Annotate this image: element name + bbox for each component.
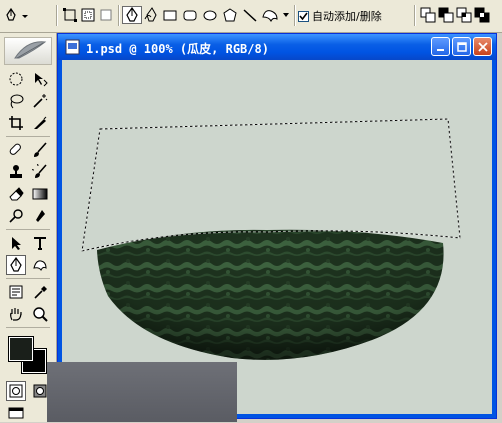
options-bar: 自动添加/删除 [0, 0, 502, 33]
quick-mask-off-icon[interactable] [6, 381, 26, 401]
close-button[interactable] [473, 37, 492, 56]
notes-tool-icon[interactable] [6, 282, 26, 302]
auto-add-delete-label: 自动添加/删除 [312, 10, 382, 23]
lasso-tool-icon[interactable] [6, 91, 26, 111]
custom-shape-tool-icon[interactable] [30, 255, 50, 275]
healing-brush-tool-icon[interactable] [6, 140, 26, 160]
minimize-button[interactable] [431, 37, 450, 56]
pen-tool-icon[interactable] [6, 255, 26, 275]
screen-mode-icon[interactable] [6, 403, 26, 423]
crop-tool-icon[interactable] [6, 113, 26, 133]
pen-icon[interactable] [122, 6, 142, 24]
path-selection-tool-icon[interactable] [6, 233, 26, 253]
hand-tool-icon[interactable] [6, 304, 26, 324]
pen-tool-menu-icon[interactable] [4, 6, 30, 24]
checkbox-check-icon[interactable] [298, 10, 309, 22]
dropdown-arrow-icon[interactable] [281, 6, 291, 24]
freeform-pen-icon[interactable] [144, 6, 160, 24]
rounded-rectangle-icon[interactable] [182, 6, 198, 24]
eraser-tool-icon[interactable] [6, 184, 26, 204]
ellipse-icon[interactable] [202, 6, 218, 24]
brush-tool-icon[interactable] [30, 140, 50, 160]
exclude-icon[interactable] [474, 6, 490, 24]
marquee-tool-icon[interactable] [6, 69, 26, 89]
intersect-icon[interactable] [456, 6, 472, 24]
gradient-tool-icon[interactable] [30, 184, 50, 204]
rectangle-icon[interactable] [162, 6, 178, 24]
subtract-icon[interactable] [438, 6, 454, 24]
document-title: 1.psd @ 100% (瓜皮, RGB/8) [86, 42, 269, 56]
fill-pixels-icon[interactable] [98, 6, 114, 24]
slice-tool-icon[interactable] [30, 113, 50, 133]
custom-shape-icon[interactable] [261, 6, 279, 24]
feather-logo-icon[interactable] [4, 37, 52, 65]
watermark-overlay [47, 362, 237, 422]
auto-add-delete-checkbox[interactable]: 自动添加/删除 [298, 8, 382, 24]
canvas[interactable] [62, 60, 492, 414]
psd-file-icon [65, 39, 81, 58]
type-tool-icon[interactable] [30, 233, 50, 253]
history-brush-tool-icon[interactable] [30, 162, 50, 182]
foreground-color-swatch[interactable] [8, 336, 34, 362]
move-tool-icon[interactable] [30, 69, 50, 89]
polygon-icon[interactable] [222, 6, 238, 24]
shape-layers-icon[interactable] [62, 6, 78, 24]
sharpen-tool-icon[interactable] [30, 206, 50, 226]
document-titlebar[interactable]: 1.psd @ 100% (瓜皮, RGB/8) [58, 34, 496, 60]
eyedropper-tool-icon[interactable] [30, 282, 50, 302]
dodge-tool-icon[interactable] [6, 206, 26, 226]
magic-wand-tool-icon[interactable] [30, 91, 50, 111]
combine-icon[interactable] [420, 6, 436, 24]
maximize-button[interactable] [452, 37, 471, 56]
clone-stamp-tool-icon[interactable] [6, 162, 26, 182]
line-icon[interactable] [242, 6, 258, 24]
zoom-tool-icon[interactable] [30, 304, 50, 324]
paths-icon[interactable] [80, 6, 96, 24]
